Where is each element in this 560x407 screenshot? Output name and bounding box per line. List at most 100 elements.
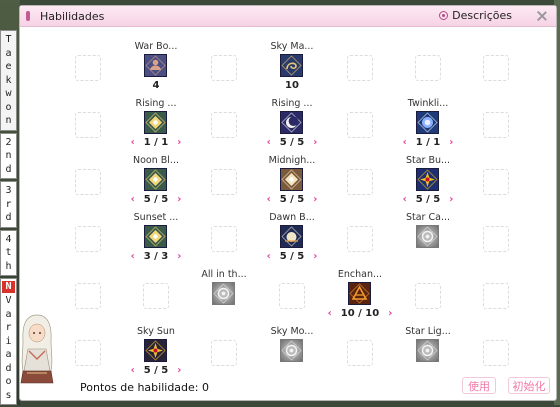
skill-level-value: 3 / 3 [143, 251, 169, 262]
empty-skill-slot [347, 169, 373, 195]
descriptions-toggle[interactable]: Descrições [439, 9, 512, 22]
enchanting-sky-icon[interactable] [348, 282, 371, 305]
skill-name: Star Lig... [405, 326, 451, 337]
tab-label-char: w [5, 88, 12, 99]
empty-skill-slot [483, 283, 509, 309]
decrease-level-arrow-icon[interactable]: ‹ [267, 194, 271, 205]
tab-4th[interactable]: 4 th [0, 229, 17, 276]
skill-level-row: ‹ 5 / 5 › [252, 137, 332, 148]
skill-name: Rising ... [271, 98, 313, 109]
increase-level-arrow-icon[interactable]: › [313, 251, 317, 262]
sky-sun-icon[interactable] [144, 339, 167, 362]
sky-mastery-icon[interactable] [280, 54, 303, 77]
tab-label-char: t [5, 247, 12, 258]
skill-level-row: ‹ 5 / 5 › [388, 194, 468, 205]
noon-blast-icon[interactable] [144, 168, 167, 191]
skill-level-value: 5 / 5 [279, 194, 305, 205]
tab-2nd[interactable]: 2 nd [0, 132, 17, 179]
increase-level-arrow-icon[interactable]: › [313, 194, 317, 205]
skill-name: Sky Mo... [270, 326, 314, 337]
decrease-level-arrow-icon[interactable]: ‹ [267, 137, 271, 148]
increase-level-arrow-icon[interactable]: › [449, 194, 453, 205]
twinkling-galaxy-icon[interactable] [416, 111, 439, 134]
skill-name: Sky Ma... [270, 41, 314, 52]
window-titlebar[interactable]: Habilidades Descrições [20, 6, 556, 27]
tab-taekwon[interactable]: Taekwon [0, 30, 17, 131]
window-title: Habilidades [40, 9, 105, 23]
empty-skill-slot [211, 169, 237, 195]
all-in-the-sky-icon[interactable] [212, 282, 235, 305]
skill-level-value: 5 / 5 [279, 251, 305, 262]
skill-name: Star Bu... [405, 155, 451, 166]
tab-label-char: T [5, 34, 12, 45]
tab-label-char: d [5, 362, 12, 374]
skill-name: Sunset ... [133, 212, 179, 223]
increase-level-arrow-icon[interactable]: › [313, 137, 317, 148]
empty-skill-slot [347, 226, 373, 252]
skill-level-row: ‹ 10 / 10 › [320, 308, 400, 319]
tab-label-char: V [5, 295, 12, 306]
star-light-icon[interactable] [416, 339, 439, 362]
skill-name: Star Ca... [405, 212, 451, 223]
tab-variados[interactable]: NVariados [0, 278, 17, 405]
skill-level-row: ‹ 5 / 5 › [116, 194, 196, 205]
increase-level-arrow-icon[interactable]: › [177, 365, 181, 376]
increase-level-arrow-icon[interactable]: › [177, 251, 181, 262]
increase-level-arrow-icon[interactable]: › [177, 194, 181, 205]
decrease-level-arrow-icon[interactable]: ‹ [267, 251, 271, 262]
empty-skill-slot [347, 55, 373, 81]
increase-level-arrow-icon[interactable]: › [449, 137, 453, 148]
empty-skill-slot [415, 283, 441, 309]
rising-sun-icon[interactable] [144, 111, 167, 134]
tab-label-char: 4 [5, 233, 12, 245]
close-icon[interactable] [537, 11, 547, 21]
empty-skill-slot [211, 55, 237, 81]
skill-level-value: 5 / 5 [143, 194, 169, 205]
decrease-level-arrow-icon[interactable]: ‹ [131, 251, 135, 262]
empty-skill-slot [347, 340, 373, 366]
skill-level-row: ‹ 5 / 5 › [116, 365, 196, 376]
star-burst-icon[interactable] [416, 168, 439, 191]
rising-moon-icon[interactable] [280, 111, 303, 134]
empty-skill-slot [211, 226, 237, 252]
skill-level-row: ‹ 5 / 5 › [252, 251, 332, 262]
tab-label-char: n [5, 150, 12, 161]
decrease-level-arrow-icon[interactable]: ‹ [328, 308, 332, 319]
skill-name: Dawn B... [269, 212, 315, 223]
use-button[interactable]: 使用 [462, 377, 496, 394]
reset-button[interactable]: 初始化 [508, 377, 550, 394]
dawn-break-icon[interactable] [280, 225, 303, 248]
tab-label-char: n [5, 115, 12, 126]
increase-level-arrow-icon[interactable]: › [388, 308, 392, 319]
tab-label-char: 3 [5, 185, 12, 196]
descriptions-label: Descrições [452, 9, 512, 22]
empty-skill-slot [211, 340, 237, 366]
decrease-level-arrow-icon[interactable]: ‹ [403, 194, 407, 205]
tab-label-char: 2 [5, 136, 12, 148]
tab-3rd[interactable]: 3 rd [0, 181, 17, 228]
skill-name: Enchan... [337, 269, 383, 280]
skill-name: All in th... [201, 269, 247, 280]
decrease-level-arrow-icon[interactable]: ‹ [131, 137, 135, 148]
skill-level-value: 5 / 5 [143, 365, 169, 376]
sunset-blast-icon[interactable] [144, 225, 167, 248]
decrease-level-arrow-icon[interactable]: ‹ [131, 365, 135, 376]
midnight-fall-icon[interactable] [280, 168, 303, 191]
empty-skill-slot [483, 340, 509, 366]
empty-skill-slot [75, 340, 101, 366]
skill-name: War Bo... [134, 41, 178, 52]
drag-grip-icon[interactable] [26, 11, 30, 21]
sky-moon-icon[interactable] [280, 339, 303, 362]
increase-level-arrow-icon[interactable]: › [177, 137, 181, 148]
tab-label-char: s [5, 389, 12, 401]
star-cannon-icon[interactable] [416, 225, 439, 248]
skill-level-row: ‹ 5 / 5 › [252, 194, 332, 205]
tab-label-char: i [5, 335, 12, 347]
decrease-level-arrow-icon[interactable]: ‹ [131, 194, 135, 205]
skill-name: Midnigh... [268, 155, 316, 166]
tab-label-char: r [5, 198, 12, 210]
skill-tree-tabs: Taekwon2nd3rd4thNVariados [0, 30, 17, 407]
war-body-icon[interactable] [144, 54, 167, 77]
decrease-level-arrow-icon[interactable]: ‹ [403, 137, 407, 148]
tab-label-char: k [5, 74, 12, 86]
